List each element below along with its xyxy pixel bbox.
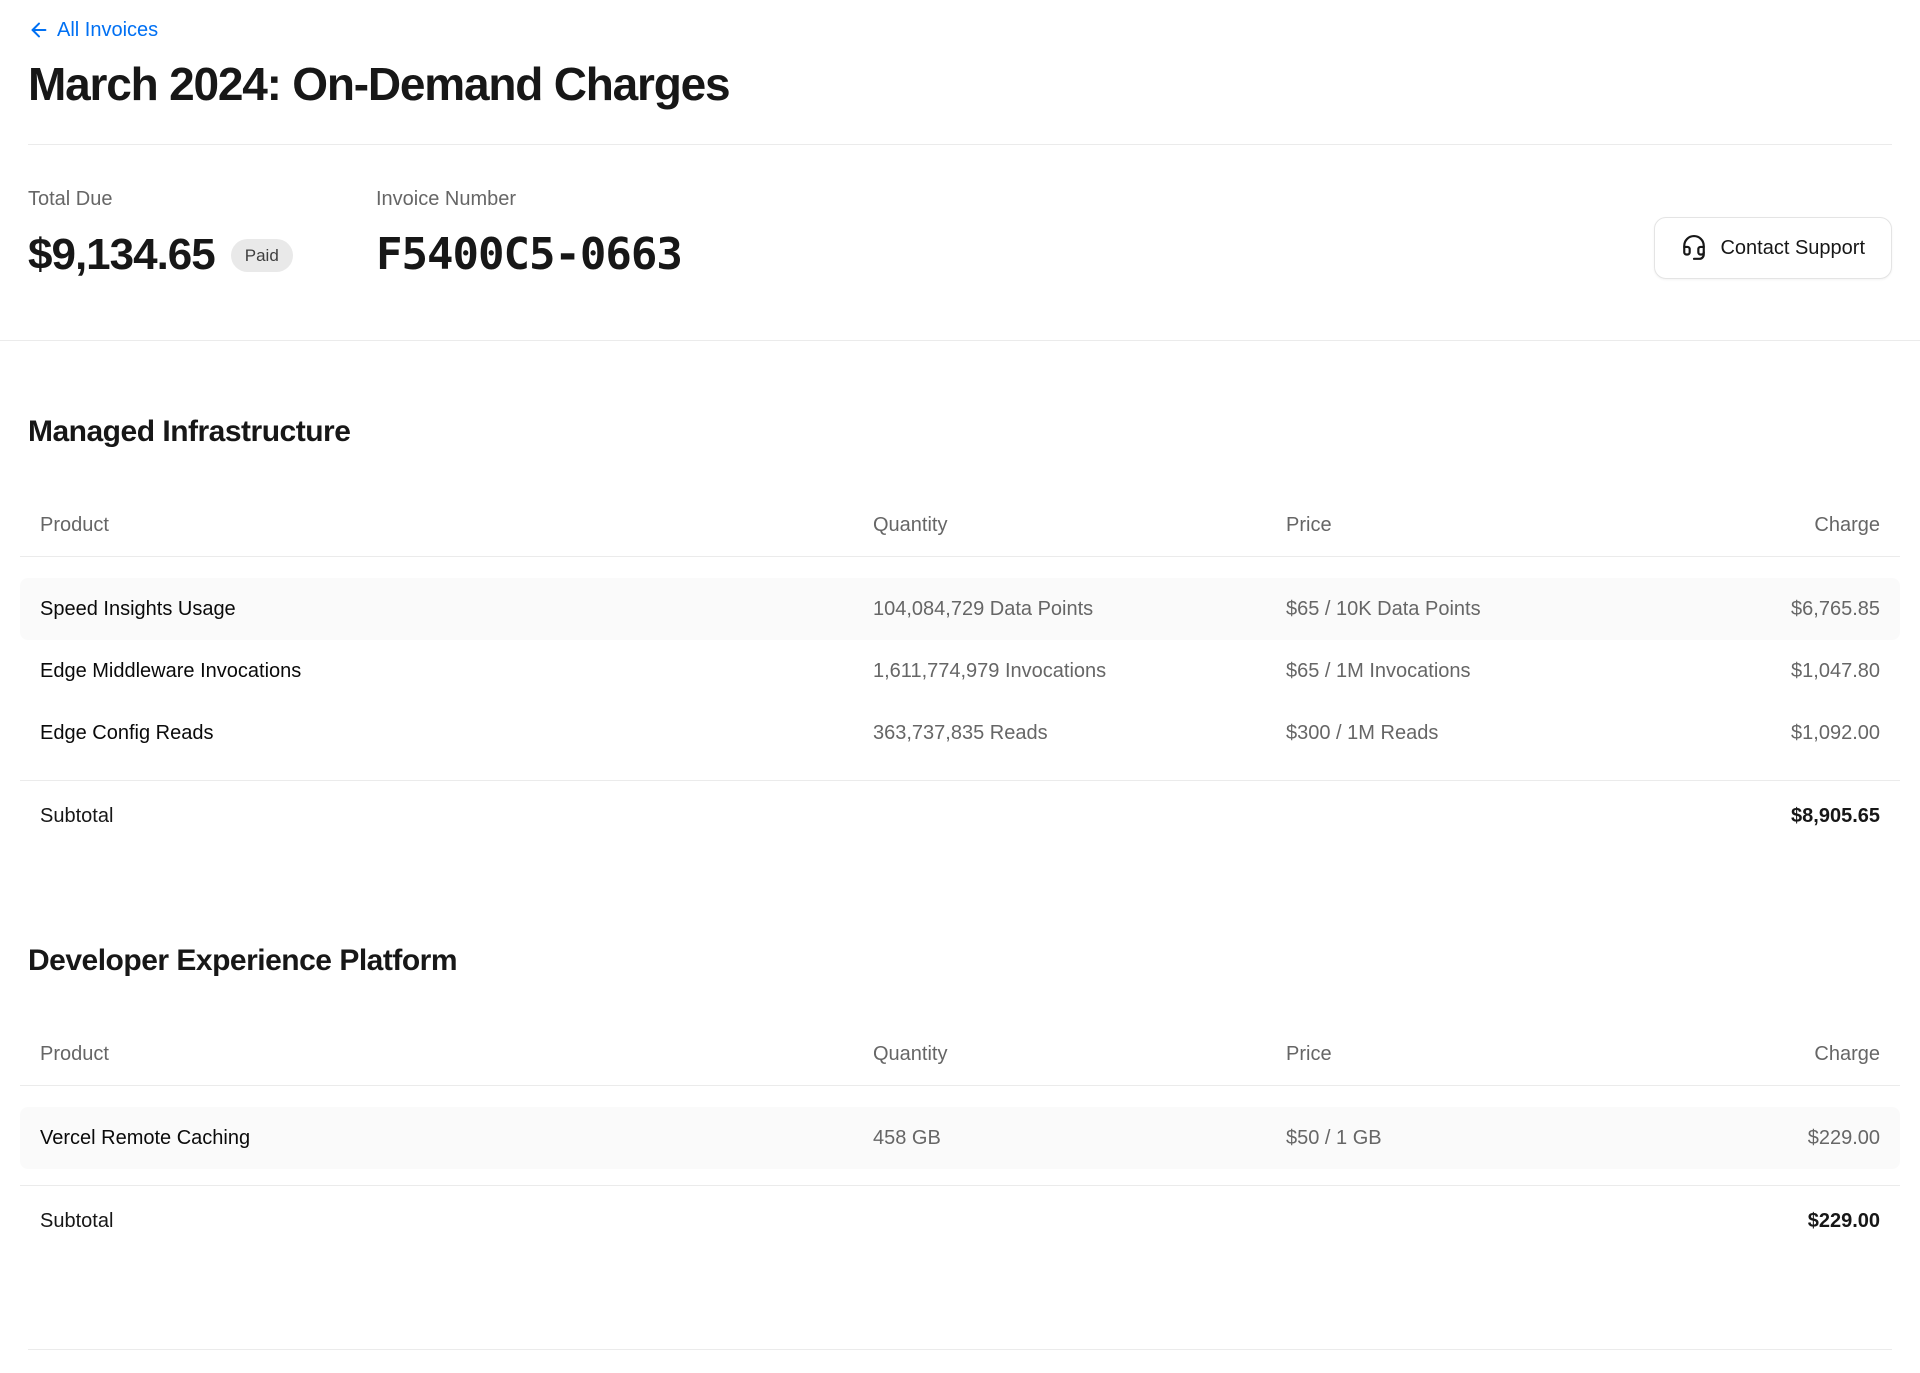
table-row: Vercel Remote Caching 458 GB $50 / 1 GB …: [20, 1107, 1900, 1169]
column-header-product: Product: [40, 1042, 873, 1066]
product-cell: Vercel Remote Caching: [40, 1127, 873, 1150]
price-cell: $65 / 1M Invocations: [1286, 660, 1791, 683]
quantity-cell: 1,611,774,979 Invocations: [873, 660, 1286, 683]
total-due-amount: $9,134.65: [28, 229, 215, 281]
invoice-page: All Invoices March 2024: On-Demand Charg…: [0, 0, 1920, 1373]
charge-cell: $1,047.80: [1791, 660, 1880, 683]
table-header-divider: [20, 1085, 1900, 1086]
section-title-managed-infrastructure: Managed Infrastructure: [28, 413, 1892, 451]
charge-cell: $229.00: [1808, 1127, 1880, 1150]
product-cell: Speed Insights Usage: [40, 598, 873, 621]
back-link-label: All Invoices: [57, 16, 158, 44]
subtotal-value: $8,905.65: [1791, 805, 1880, 828]
table-row: Edge Middleware Invocations 1,611,774,97…: [20, 640, 1900, 702]
column-header-price: Price: [1286, 513, 1814, 537]
table-header-divider: [20, 556, 1900, 557]
subtotal-row: Subtotal $8,905.65: [20, 781, 1900, 854]
total-due-summary: Total Due $9,134.65 Paid: [28, 187, 376, 281]
subtotal-value: $229.00: [1808, 1210, 1880, 1233]
quantity-cell: 363,737,835 Reads: [873, 722, 1286, 745]
subtotal-row: Subtotal $229.00: [20, 1186, 1900, 1259]
column-header-price: Price: [1286, 1042, 1814, 1066]
summary-divider: [0, 340, 1920, 341]
column-header-quantity: Quantity: [873, 513, 1286, 537]
table-rows: Vercel Remote Caching 458 GB $50 / 1 GB …: [20, 1107, 1900, 1169]
invoice-number-label: Invoice Number: [376, 187, 682, 211]
price-cell: $65 / 10K Data Points: [1286, 598, 1791, 621]
page-title: March 2024: On-Demand Charges: [28, 58, 1892, 111]
table-rows: Speed Insights Usage 104,084,729 Data Po…: [20, 578, 1900, 764]
subtotal-label: Subtotal: [40, 805, 113, 828]
invoice-number-value: F5400C5-0663: [376, 229, 682, 281]
arrow-left-icon: [28, 19, 50, 41]
headset-icon: [1681, 235, 1707, 261]
quantity-cell: 104,084,729 Data Points: [873, 598, 1286, 621]
price-cell: $300 / 1M Reads: [1286, 722, 1791, 745]
section-title-developer-experience-platform: Developer Experience Platform: [28, 942, 1892, 980]
contact-support-button[interactable]: Contact Support: [1654, 217, 1892, 279]
column-header-quantity: Quantity: [873, 1042, 1286, 1066]
column-header-charge: Charge: [1814, 513, 1880, 537]
charge-cell: $6,765.85: [1791, 598, 1880, 621]
table-header: Product Quantity Price Charge: [20, 1042, 1900, 1066]
invoice-number-summary: Invoice Number F5400C5-0663: [376, 187, 682, 281]
product-cell: Edge Config Reads: [40, 722, 873, 745]
page-header: All Invoices March 2024: On-Demand Charg…: [0, 0, 1920, 111]
managed-infrastructure-table: Product Quantity Price Charge Speed Insi…: [20, 513, 1900, 854]
invoice-summary: Total Due $9,134.65 Paid Invoice Number …: [0, 145, 1920, 281]
charge-cell: $1,092.00: [1791, 722, 1880, 745]
subtotal-label: Subtotal: [40, 1210, 113, 1233]
developer-experience-table: Product Quantity Price Charge Vercel Rem…: [20, 1042, 1900, 1259]
contact-support-label: Contact Support: [1720, 237, 1865, 260]
table-row: Speed Insights Usage 104,084,729 Data Po…: [20, 578, 1900, 640]
column-header-product: Product: [40, 513, 873, 537]
product-cell: Edge Middleware Invocations: [40, 660, 873, 683]
quantity-cell: 458 GB: [873, 1127, 1286, 1150]
table-header: Product Quantity Price Charge: [20, 513, 1900, 537]
table-row: Edge Config Reads 363,737,835 Reads $300…: [20, 702, 1900, 764]
total-due-label: Total Due: [28, 187, 376, 211]
paid-status-badge: Paid: [231, 239, 293, 272]
footer-total-row: Total Due Paid March 1, 2024 $9,134.65: [28, 1350, 1892, 1373]
all-invoices-back-link[interactable]: All Invoices: [28, 16, 158, 44]
price-cell: $50 / 1 GB: [1286, 1127, 1808, 1150]
column-header-charge: Charge: [1814, 1042, 1880, 1066]
